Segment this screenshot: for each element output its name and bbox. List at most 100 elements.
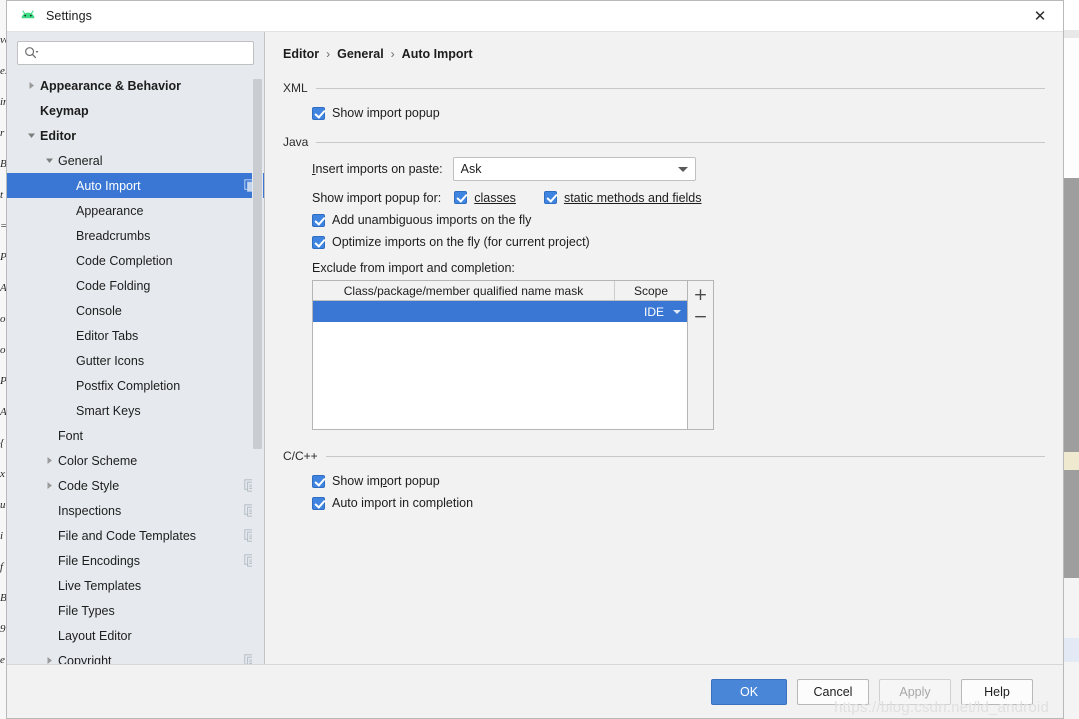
sidebar-item-appearance-behavior[interactable]: Appearance & Behavior <box>7 73 264 98</box>
xml-show-import-popup-checkbox[interactable] <box>312 106 325 120</box>
sidebar-item-live-templates[interactable]: Live Templates <box>7 573 264 598</box>
sidebar-item-label: Breadcrumbs <box>76 228 151 243</box>
bg-strip-3 <box>1064 38 1079 178</box>
chevron-right-icon[interactable] <box>43 654 56 664</box>
cpp-show-import-popup-row[interactable]: Show import popup <box>312 470 1045 492</box>
settings-dialog: Settings ✕ Appearance & Behavior Keymap … <box>6 0 1064 719</box>
add-unambiguous-label: Add unambiguous imports on the fly <box>332 213 532 227</box>
breadcrumb-separator-icon: › <box>390 47 395 61</box>
sidebar-item-general[interactable]: General <box>7 148 264 173</box>
sidebar-item-label: Keymap <box>40 103 89 118</box>
cpp-show-import-popup-mnemonic: p <box>379 474 387 488</box>
exclude-table-header: Class/package/member qualified name mask… <box>313 281 687 301</box>
add-unambiguous-checkbox[interactable] <box>312 213 325 227</box>
insert-imports-label: Insert imports on paste: <box>312 162 443 176</box>
chevron-right-icon[interactable] <box>43 454 56 467</box>
column-header-scope[interactable]: Scope <box>615 281 687 300</box>
cancel-button[interactable]: Cancel <box>797 678 869 705</box>
section-cpp: C/C++ Show import popup Auto import in c… <box>283 448 1045 514</box>
add-row-button[interactable]: + <box>690 284 712 306</box>
insert-imports-dropdown[interactable]: Ask <box>452 157 696 181</box>
cpp-auto-import-label: Auto import in completion <box>332 496 474 510</box>
sidebar-item-inspections[interactable]: Inspections <box>7 498 264 523</box>
sidebar-item-postfix-completion[interactable]: Postfix Completion <box>7 373 264 398</box>
search-box[interactable] <box>17 41 254 65</box>
section-xml-body: Show import popup <box>283 96 1045 124</box>
sidebar-item-code-folding[interactable]: Code Folding <box>7 273 264 298</box>
column-header-mask[interactable]: Class/package/member qualified name mask <box>313 281 615 300</box>
sidebar-item-layout-editor[interactable]: Layout Editor <box>7 623 264 648</box>
sidebar-item-auto-import[interactable]: Auto Import <box>7 173 264 198</box>
sidebar-item-label: Font <box>58 428 84 443</box>
sidebar-item-code-completion[interactable]: Code Completion <box>7 248 264 273</box>
classes-checkbox[interactable] <box>454 191 468 204</box>
sidebar-item-copyright[interactable]: Copyright <box>7 648 264 664</box>
sidebar-item-label: Live Templates <box>58 578 142 593</box>
breadcrumb-separator-icon: › <box>326 47 331 61</box>
sidebar-item-file-and-code-templates[interactable]: File and Code Templates <box>7 523 264 548</box>
sidebar-item-label: Auto Import <box>76 178 141 193</box>
sidebar-scrollbar-thumb[interactable] <box>253 79 262 449</box>
sidebar-item-file-encodings[interactable]: File Encodings <box>7 548 264 573</box>
chevron-right-icon[interactable] <box>43 479 56 492</box>
optimize-imports-checkbox[interactable] <box>312 235 325 249</box>
static-methods-label: static methods and fields <box>563 190 702 205</box>
settings-tree-rows: Appearance & Behavior Keymap Editor General… <box>7 73 264 664</box>
sidebar-item-label: Inspections <box>58 503 122 518</box>
breadcrumb-item-editor[interactable]: Editor <box>283 47 319 61</box>
sidebar-item-breadcrumbs[interactable]: Breadcrumbs <box>7 223 264 248</box>
sidebar-item-editor[interactable]: Editor <box>7 123 264 148</box>
ok-button[interactable]: OK <box>711 678 787 705</box>
chevron-down-icon[interactable] <box>673 309 681 314</box>
background-editor-right <box>1064 0 1079 719</box>
search-input[interactable] <box>41 46 247 60</box>
section-java-title: Java <box>283 135 309 149</box>
cpp-show-import-popup-checkbox[interactable] <box>312 474 325 488</box>
sidebar-item-code-style[interactable]: Code Style <box>7 473 264 498</box>
sidebar-item-editor-tabs[interactable]: Editor Tabs <box>7 323 264 348</box>
chevron-right-icon[interactable] <box>25 79 38 92</box>
search-icon <box>24 46 39 60</box>
remove-row-button[interactable]: − <box>690 306 712 328</box>
insert-imports-row: Insert imports on paste: Ask <box>312 156 1045 182</box>
sidebar-item-label: Console <box>76 303 122 318</box>
insert-imports-label-rest: nsert imports on paste: <box>315 162 443 176</box>
sidebar-item-color-scheme[interactable]: Color Scheme <box>7 448 264 473</box>
cpp-auto-import-checkbox[interactable] <box>312 496 325 510</box>
sidebar-item-label: File Types <box>58 603 115 618</box>
breadcrumb-item-general[interactable]: General <box>337 47 384 61</box>
sidebar-item-label: Appearance & Behavior <box>40 78 182 93</box>
sidebar-item-label: Editor Tabs <box>76 328 139 343</box>
add-unambiguous-row[interactable]: Add unambiguous imports on the fly <box>312 209 1045 231</box>
sidebar-item-keymap[interactable]: Keymap <box>7 98 264 123</box>
optimize-imports-row[interactable]: Optimize imports on the fly (for current… <box>312 231 1045 253</box>
xml-show-import-popup-row[interactable]: Show import popup <box>312 102 1045 124</box>
sidebar-item-label: General <box>58 153 103 168</box>
help-button[interactable]: Help <box>961 678 1033 705</box>
section-cpp-title: C/C++ <box>283 449 318 463</box>
section-divider <box>316 141 1045 143</box>
cpp-auto-import-row[interactable]: Auto import in completion <box>312 492 1045 514</box>
sidebar-item-label: File Encodings <box>58 553 140 568</box>
dialog-title: Settings <box>46 9 92 23</box>
exclude-table[interactable]: Class/package/member qualified name mask… <box>312 280 688 430</box>
chevron-down-icon[interactable] <box>43 154 56 167</box>
static-methods-checkbox[interactable] <box>543 191 557 204</box>
close-icon[interactable]: ✕ <box>1017 1 1063 31</box>
table-row[interactable]: IDE <box>313 301 687 322</box>
sidebar-item-label: Editor <box>40 128 77 143</box>
sidebar-item-gutter-icons[interactable]: Gutter Icons <box>7 348 264 373</box>
sidebar-item-font[interactable]: Font <box>7 423 264 448</box>
bg-strip-7 <box>1064 638 1079 662</box>
exclude-label: Exclude from import and completion: <box>312 261 515 275</box>
sidebar-item-appearance[interactable]: Appearance <box>7 198 264 223</box>
table-cell-scope-value: IDE <box>643 304 664 319</box>
sidebar-item-file-types[interactable]: File Types <box>7 598 264 623</box>
section-xml-title: XML <box>283 81 308 95</box>
chevron-down-icon[interactable] <box>25 129 38 142</box>
sidebar-scrollbar[interactable] <box>252 71 263 664</box>
table-cell-scope[interactable]: IDE <box>615 305 687 319</box>
section-divider <box>315 87 1045 89</box>
sidebar-item-console[interactable]: Console <box>7 298 264 323</box>
sidebar-item-smart-keys[interactable]: Smart Keys <box>7 398 264 423</box>
